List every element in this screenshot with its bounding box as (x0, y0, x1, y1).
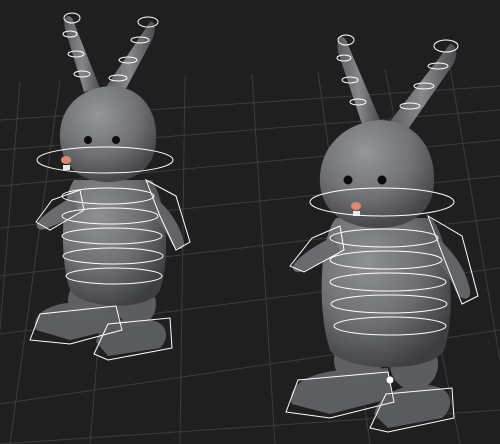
bunny-right-model[interactable] (291, 36, 471, 428)
eye-right (377, 175, 387, 185)
ear-left[interactable] (64, 15, 100, 92)
nose (61, 156, 71, 164)
head[interactable] (319, 120, 435, 228)
eye-right (112, 136, 120, 144)
ear-right[interactable] (104, 21, 155, 96)
viewport-canvas[interactable] (0, 0, 500, 444)
eye-left (343, 175, 353, 185)
head[interactable] (59, 86, 157, 182)
3d-viewport[interactable] (0, 0, 500, 444)
nose (351, 202, 361, 210)
ear-left[interactable] (337, 36, 380, 124)
eye-left (84, 136, 92, 144)
bunny-left-model[interactable] (34, 15, 185, 356)
teeth (63, 165, 70, 170)
ear-right[interactable] (388, 44, 457, 132)
